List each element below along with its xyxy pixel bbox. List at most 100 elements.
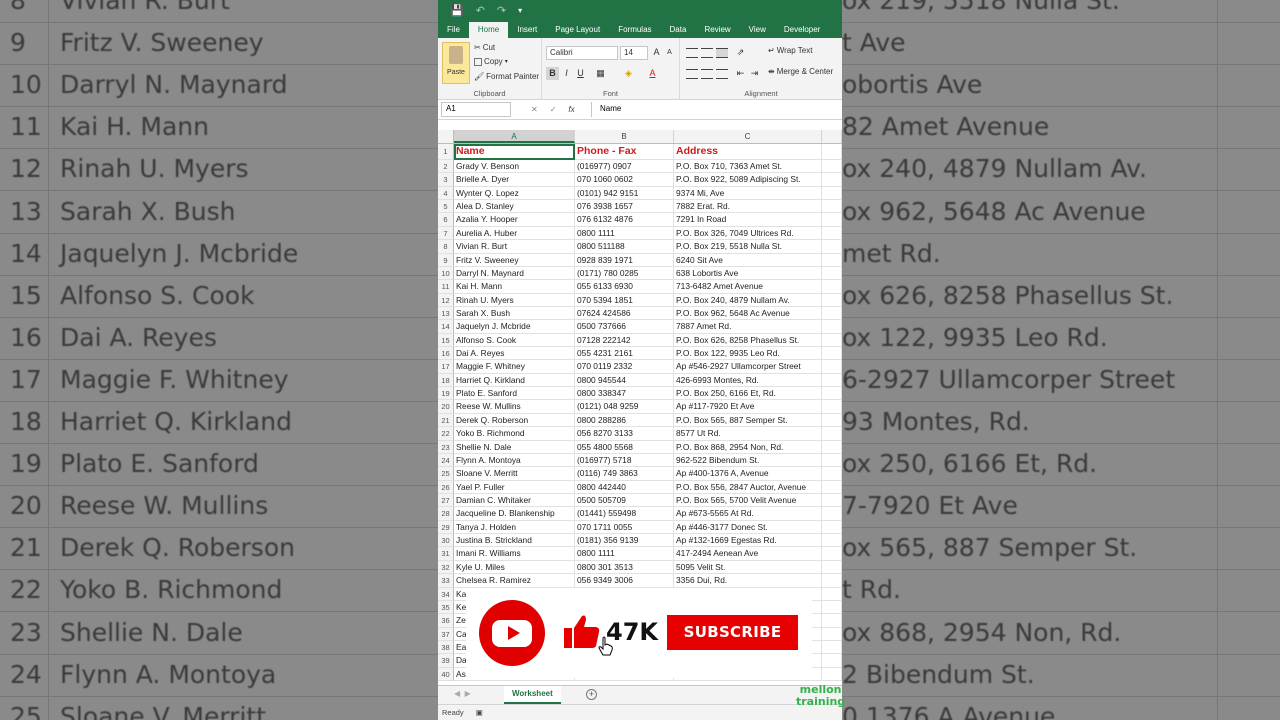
cell-name[interactable]: Flynn A. Montoya (454, 453, 575, 468)
cell-empty[interactable] (822, 413, 842, 428)
cell-phone[interactable]: 0800 288286 (575, 413, 674, 428)
row-number[interactable]: 18 (438, 373, 454, 388)
cell-empty[interactable] (822, 320, 842, 334)
cell-empty[interactable] (822, 640, 842, 655)
cell-empty[interactable] (822, 493, 842, 508)
row-number[interactable]: 16 (438, 347, 454, 361)
row-number[interactable]: 28 (438, 507, 454, 521)
cell-name[interactable]: Damian C. Whitaker (454, 493, 575, 508)
cell-phone[interactable]: 070 5394 1851 (575, 293, 674, 307)
cell-phone[interactable]: (0181) 356 9139 (575, 534, 674, 548)
paste-button[interactable]: Paste (442, 42, 470, 84)
cell-address[interactable]: P.O. Box 962, 5648 Ac Avenue (674, 306, 822, 321)
row-number[interactable]: 12 (438, 293, 454, 307)
cell-phone[interactable]: 055 4800 5568 (575, 440, 674, 454)
cell-phone[interactable]: 07624 424586 (575, 306, 674, 321)
format-painter-button[interactable]: 🖌 Format Painter (474, 72, 539, 81)
cell-phone[interactable]: 0800 301 3513 (575, 560, 674, 575)
cell-address[interactable]: P.O. Box 922, 5089 Adipiscing St. (674, 173, 822, 187)
font-name-select[interactable]: Calibri (546, 46, 618, 60)
row-number[interactable]: 10 (438, 266, 454, 281)
row-number[interactable]: 33 (438, 574, 454, 588)
cell-name[interactable]: Grady V. Benson (454, 160, 575, 174)
cell-name[interactable]: Alea D. Stanley (454, 200, 575, 214)
cell-phone[interactable]: (016977) 5718 (575, 453, 674, 468)
cell-address[interactable]: Ap #400-1376 A, Avenue (674, 467, 822, 481)
shrink-font-button[interactable]: A (663, 46, 676, 59)
cell-phone[interactable]: 0800 338347 (575, 387, 674, 401)
cell-phone[interactable]: 0800 1111 (575, 547, 674, 561)
cell-a1[interactable]: Name (454, 144, 575, 160)
cell-name[interactable]: Alfonso S. Cook (454, 333, 575, 348)
cell-name[interactable]: Derek Q. Roberson (454, 413, 575, 428)
cell-address[interactable]: P.O. Box 240, 4879 Nullam Av. (674, 293, 822, 307)
cell-name[interactable]: Rinah U. Myers (454, 293, 575, 307)
cell-address[interactable]: P.O. Box 556, 2847 Auctor, Avenue (674, 480, 822, 494)
column-header-c[interactable]: C (674, 130, 822, 143)
row-number[interactable]: 24 (438, 453, 454, 468)
cell-empty[interactable] (822, 614, 842, 628)
sheet-nav-arrows[interactable]: ◀ ▶ (454, 689, 471, 698)
tab-home[interactable]: Home (468, 22, 509, 38)
cell-phone[interactable]: 056 9349 3006 (575, 574, 674, 588)
cell-address[interactable]: P.O. Box 250, 6166 Et, Rd. (674, 387, 822, 401)
cell-empty[interactable] (822, 293, 842, 307)
cell-phone[interactable]: 0800 945544 (575, 373, 674, 388)
tab-file[interactable]: File (438, 22, 469, 38)
row-number[interactable]: 3 (438, 173, 454, 187)
cell-address[interactable]: P.O. Box 565, 5700 Velit Avenue (674, 493, 822, 508)
cell-empty[interactable] (822, 547, 842, 561)
row-number[interactable]: 34 (438, 587, 454, 601)
cell-empty[interactable] (822, 387, 842, 401)
cell-empty[interactable] (822, 560, 842, 575)
bottom-align-icon[interactable] (716, 48, 728, 58)
row-number[interactable]: 11 (438, 280, 454, 294)
cell-name[interactable]: Yoko B. Richmond (454, 427, 575, 441)
cell-empty[interactable] (822, 306, 842, 321)
cell-address[interactable]: P.O. Box 219, 5518 Nulla St. (674, 240, 822, 254)
copy-button[interactable]: Copy ▾ (474, 57, 508, 66)
cell-empty[interactable] (822, 587, 842, 601)
cell-address[interactable]: Ap #446-3177 Donec St. (674, 520, 822, 535)
cell-name[interactable]: Jacqueline D. Blankenship (454, 507, 575, 521)
bold-button[interactable]: B (546, 67, 559, 80)
cell-phone[interactable]: 0800 1111 (575, 226, 674, 241)
cell-empty[interactable] (822, 480, 842, 494)
cell-empty[interactable] (822, 373, 842, 388)
cell-b1[interactable]: Phone - Fax (575, 144, 674, 160)
cell-empty[interactable] (822, 467, 842, 481)
cell-empty[interactable] (822, 654, 842, 668)
row-number[interactable]: 35 (438, 600, 454, 615)
cell-empty[interactable] (822, 266, 842, 281)
cell-address[interactable]: 7882 Erat. Rd. (674, 200, 822, 214)
cell-address[interactable]: 9374 Mi, Ave (674, 186, 822, 201)
italic-button[interactable]: I (560, 67, 573, 80)
cell-address[interactable]: P.O. Box 626, 8258 Phasellus St. (674, 333, 822, 348)
cell-empty[interactable] (822, 627, 842, 641)
cell-name[interactable]: Reese W. Mullins (454, 400, 575, 414)
insert-function-icon[interactable]: fx (568, 105, 574, 114)
row-number[interactable]: 20 (438, 400, 454, 414)
cell-name[interactable]: Dai A. Reyes (454, 347, 575, 361)
cell-empty[interactable] (822, 507, 842, 521)
cell-phone[interactable]: 070 1060 0602 (575, 173, 674, 187)
cell-empty[interactable] (822, 280, 842, 294)
cut-button[interactable]: ✂ Cut (474, 43, 495, 52)
select-all-corner[interactable] (438, 130, 454, 143)
wrap-text-button[interactable]: ↵ Wrap Text (768, 46, 812, 55)
row-number[interactable]: 36 (438, 614, 454, 628)
cell-address[interactable]: 7291 In Road (674, 213, 822, 227)
undo-icon[interactable]: ↶ (476, 4, 485, 17)
cell-d1[interactable] (822, 144, 842, 160)
cell-name[interactable]: Aurelia A. Huber (454, 226, 575, 241)
cell-address[interactable]: Ap #132-1669 Egestas Rd. (674, 534, 822, 548)
cell-address[interactable]: P.O. Box 326, 7049 Ultrices Rd. (674, 226, 822, 241)
cell-name[interactable]: Plato E. Sanford (454, 387, 575, 401)
cell-empty[interactable] (822, 360, 842, 374)
align-center-icon[interactable] (701, 69, 713, 79)
cell-c1[interactable]: Address (674, 144, 822, 160)
cell-address[interactable]: 3356 Dui, Rd. (674, 574, 822, 588)
orientation-icon[interactable]: ⇗ (734, 46, 747, 59)
row-number[interactable]: 9 (438, 253, 454, 267)
cell-address[interactable]: Ap #546-2927 Ullamcorper Street (674, 360, 822, 374)
